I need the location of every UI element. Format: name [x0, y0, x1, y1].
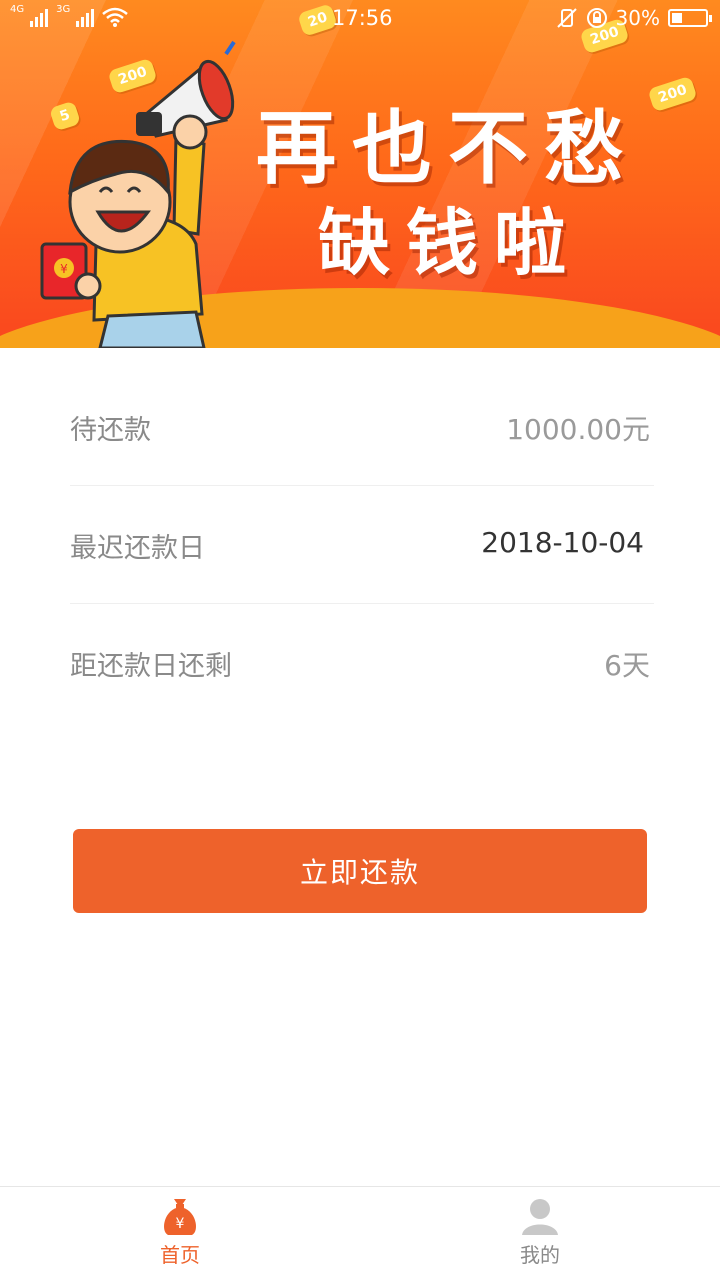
- banner-title-line2: 缺钱啦: [317, 201, 582, 285]
- status-bar: 4G 3G 17:56 30%: [0, 0, 720, 36]
- due-date-label: 最迟还款日: [70, 533, 205, 564]
- repay-now-button[interactable]: 立即还款: [73, 829, 647, 913]
- days-remaining-label: 距还款日还剩: [70, 651, 232, 682]
- pending-amount-label: 待还款: [70, 415, 151, 446]
- tab-home[interactable]: ¥ 首页: [0, 1187, 360, 1280]
- signal-icon: [76, 9, 96, 27]
- battery-icon: [668, 9, 712, 27]
- signal-group: 4G 3G: [10, 4, 129, 27]
- promo-banner[interactable]: 200 200 200 5 20 ¥ 再也不愁 缺钱啦 4G 3G 17:56 …: [0, 0, 720, 348]
- svg-text:¥: ¥: [176, 1216, 185, 1232]
- tab-mine[interactable]: 我的: [360, 1187, 720, 1280]
- list-item-pending-amount: 待还款 1000.00元: [70, 368, 654, 486]
- network-type-2: 3G: [56, 4, 71, 15]
- due-date-value: 2018-10-04: [481, 526, 644, 559]
- money-bag-icon: ¥: [164, 1199, 196, 1235]
- tab-home-label: 首页: [160, 1243, 200, 1267]
- network-type-1: 4G: [10, 4, 25, 15]
- svg-text:¥: ¥: [60, 262, 68, 276]
- battery-percent: 30%: [615, 6, 660, 30]
- pending-amount-value: 1000.00元: [506, 413, 650, 446]
- list-item-days-remaining: 距还款日还剩 6天: [70, 604, 654, 722]
- signal-icon: [30, 9, 50, 27]
- bottom-tab-bar: ¥ 首页 我的: [0, 1186, 720, 1280]
- repayment-info: 待还款 1000.00元 最迟还款日 2018-10-04 距还款日还剩 6天: [70, 368, 654, 722]
- cartoon-character-illustration: ¥: [40, 40, 236, 348]
- battery-level: [672, 13, 682, 23]
- days-remaining-value: 6天: [604, 649, 650, 682]
- status-time: 17:56: [332, 6, 393, 30]
- banner-title-line1: 再也不愁: [256, 102, 640, 195]
- wifi-icon: [102, 7, 129, 27]
- user-icon: [522, 1199, 558, 1235]
- rotation-lock-icon: [586, 8, 607, 28]
- list-item-due-date: 最迟还款日 2018-10-04: [70, 486, 654, 604]
- vibrate-mute-icon: [556, 8, 577, 28]
- tab-mine-label: 我的: [520, 1243, 560, 1267]
- status-right: 30%: [556, 6, 712, 30]
